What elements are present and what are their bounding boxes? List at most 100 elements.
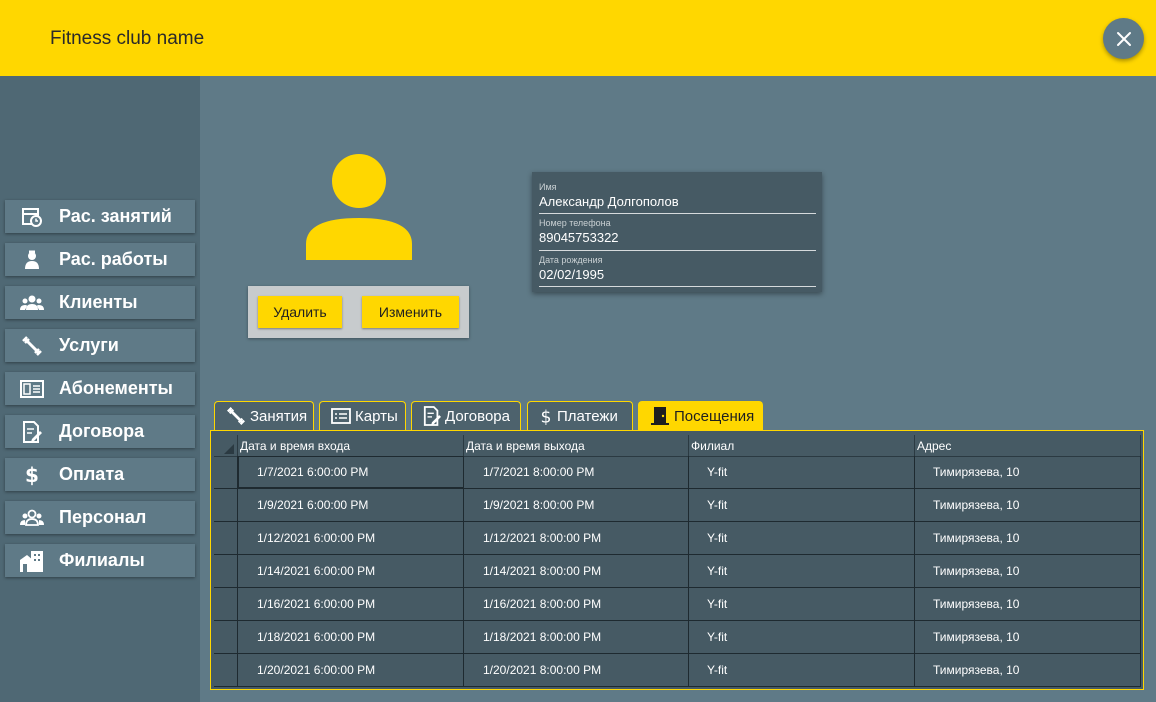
tab-visits[interactable]: Посещения [638,401,763,430]
sidebar-item-contracts[interactable]: Договора [5,415,195,448]
exit-time-cell[interactable]: 1/16/2021 8:00:00 PM [464,588,689,620]
sidebar-item-label: Оплата [59,464,125,484]
table-row[interactable]: 1/7/2021 6:00:00 PM 1/7/2021 8:00:00 PM … [214,456,1141,489]
cell-text: 1/20/2021 8:00:00 PM [483,663,602,677]
tab-label: Платежи [557,407,618,425]
svg-text:$: $ [541,407,552,426]
exit-time-cell[interactable]: 1/14/2021 8:00:00 PM [464,555,689,587]
close-button[interactable] [1103,18,1144,59]
branch-cell[interactable]: Y-fit [689,654,915,686]
visits-table[interactable]: Дата и время входа Дата и время выхода Ф… [210,430,1144,690]
address-cell[interactable]: Тимирязева, 10 [915,588,1141,620]
table-row[interactable]: 1/20/2021 6:00:00 PM 1/20/2021 8:00:00 P… [214,654,1141,687]
column-header-exit-time[interactable]: Дата и время выхода [464,435,689,457]
phone-field: Номер телефона 89045753322 [539,218,816,251]
row-header[interactable] [214,522,238,554]
sidebar-item-memberships[interactable]: Абонементы [5,372,195,405]
address-cell[interactable]: Тимирязева, 10 [915,654,1141,686]
sidebar-item-branches[interactable]: Филиалы [5,544,195,577]
sidebar-item-payment[interactable]: $ Оплата [5,458,195,491]
tab-classes[interactable]: Занятия [214,401,314,430]
entry-time-cell[interactable]: 1/9/2021 6:00:00 PM [238,489,464,521]
address-cell[interactable]: Тимирязева, 10 [915,621,1141,653]
door-icon [650,406,670,426]
row-header[interactable] [214,456,238,488]
branch-cell[interactable]: Y-fit [689,588,915,620]
svg-text:$: $ [25,464,39,486]
entry-time-cell[interactable]: 1/7/2021 6:00:00 PM [238,456,464,488]
entry-time-cell[interactable]: 1/16/2021 6:00:00 PM [238,588,464,620]
table-row[interactable]: 1/12/2021 6:00:00 PM 1/12/2021 8:00:00 P… [214,522,1141,555]
entry-time-cell[interactable]: 1/12/2021 6:00:00 PM [238,522,464,554]
tab-label: Занятия [250,407,308,425]
row-header[interactable] [214,621,238,653]
exit-time-cell[interactable]: 1/7/2021 8:00:00 PM [464,456,689,488]
exit-time-cell[interactable]: 1/9/2021 8:00:00 PM [464,489,689,521]
tab-cards[interactable]: Карты [319,401,406,430]
edit-button[interactable]: Изменить [362,296,459,328]
cell-text: Тимирязева, 10 [933,630,1020,644]
branch-cell[interactable]: Y-fit [689,489,915,521]
column-header-entry-time[interactable]: Дата и время входа [238,435,464,457]
entry-time-cell[interactable]: 1/14/2021 6:00:00 PM [238,555,464,587]
sidebar-item-work-schedule[interactable]: Рас. работы [5,243,195,276]
address-cell[interactable]: Тимирязева, 10 [915,555,1141,587]
dumbbell-icon [5,329,59,362]
column-header-address[interactable]: Адрес [915,435,1141,457]
table-row[interactable]: 1/18/2021 6:00:00 PM 1/18/2021 8:00:00 P… [214,621,1141,654]
contract-icon [423,406,441,426]
delete-button[interactable]: Удалить [258,296,342,328]
row-header[interactable] [214,654,238,686]
sidebar-item-label: Филиалы [59,550,145,570]
table-row[interactable]: 1/14/2021 6:00:00 PM 1/14/2021 8:00:00 P… [214,555,1141,588]
exit-time-cell[interactable]: 1/12/2021 8:00:00 PM [464,522,689,554]
row-header[interactable] [214,588,238,620]
address-cell[interactable]: Тимирязева, 10 [915,522,1141,554]
building-icon [5,544,59,577]
cell-text: 1/14/2021 6:00:00 PM [257,564,376,578]
branch-cell[interactable]: Y-fit [689,555,915,587]
tab-label: Договора [445,407,510,425]
cell-text: Тимирязева, 10 [933,465,1020,479]
address-cell[interactable]: Тимирязева, 10 [915,489,1141,521]
sidebar-item-staff[interactable]: Персонал [5,501,195,534]
sidebar-item-services[interactable]: Услуги [5,329,195,362]
select-all-corner[interactable] [214,435,238,457]
sidebar-item-label: Рас. занятий [59,206,172,226]
cell-text: 1/14/2021 8:00:00 PM [483,564,602,578]
sidebar-item-clients[interactable]: Клиенты [5,286,195,319]
exit-time-cell[interactable]: 1/18/2021 8:00:00 PM [464,621,689,653]
sidebar-item-label: Персонал [59,507,147,527]
exit-time-cell[interactable]: 1/20/2021 8:00:00 PM [464,654,689,686]
cell-text: 1/12/2021 8:00:00 PM [483,531,602,545]
table-row[interactable]: 1/9/2021 6:00:00 PM 1/9/2021 8:00:00 PM … [214,489,1141,522]
cell-text: Тимирязева, 10 [933,564,1020,578]
entry-time-cell[interactable]: 1/18/2021 6:00:00 PM [238,621,464,653]
sidebar-item-label: Рас. работы [59,249,168,269]
table-row[interactable]: 1/16/2021 6:00:00 PM 1/16/2021 8:00:00 P… [214,588,1141,621]
sidebar-item-label: Услуги [59,335,119,355]
tab-label: Карты [355,407,398,425]
column-header-branch[interactable]: Филиал [689,435,915,457]
entry-time-cell[interactable]: 1/20/2021 6:00:00 PM [238,654,464,686]
sidebar-item-label: Абонементы [59,378,173,398]
clients-icon [5,286,59,319]
app-title: Fitness club name [50,28,205,49]
branch-cell[interactable]: Y-fit [689,456,915,488]
branch-cell[interactable]: Y-fit [689,621,915,653]
tab-contracts[interactable]: Договора [411,401,521,430]
corner-triangle-icon [224,444,234,454]
row-header[interactable] [214,555,238,587]
contract-icon [5,415,59,448]
tab-label: Посещения [674,407,755,425]
schedule-icon [5,200,59,233]
birth-label: Дата рождения [539,255,603,265]
sidebar-item-class-schedule[interactable]: Рас. занятий [5,200,195,233]
branch-cell[interactable]: Y-fit [689,522,915,554]
card-icon [331,408,351,424]
cell-text: 1/9/2021 8:00:00 PM [483,498,595,512]
address-cell[interactable]: Тимирязева, 10 [915,456,1141,488]
row-header[interactable] [214,489,238,521]
tab-payments[interactable]: $ Платежи [527,401,633,430]
name-field: Имя Александр Долгополов [539,182,816,214]
